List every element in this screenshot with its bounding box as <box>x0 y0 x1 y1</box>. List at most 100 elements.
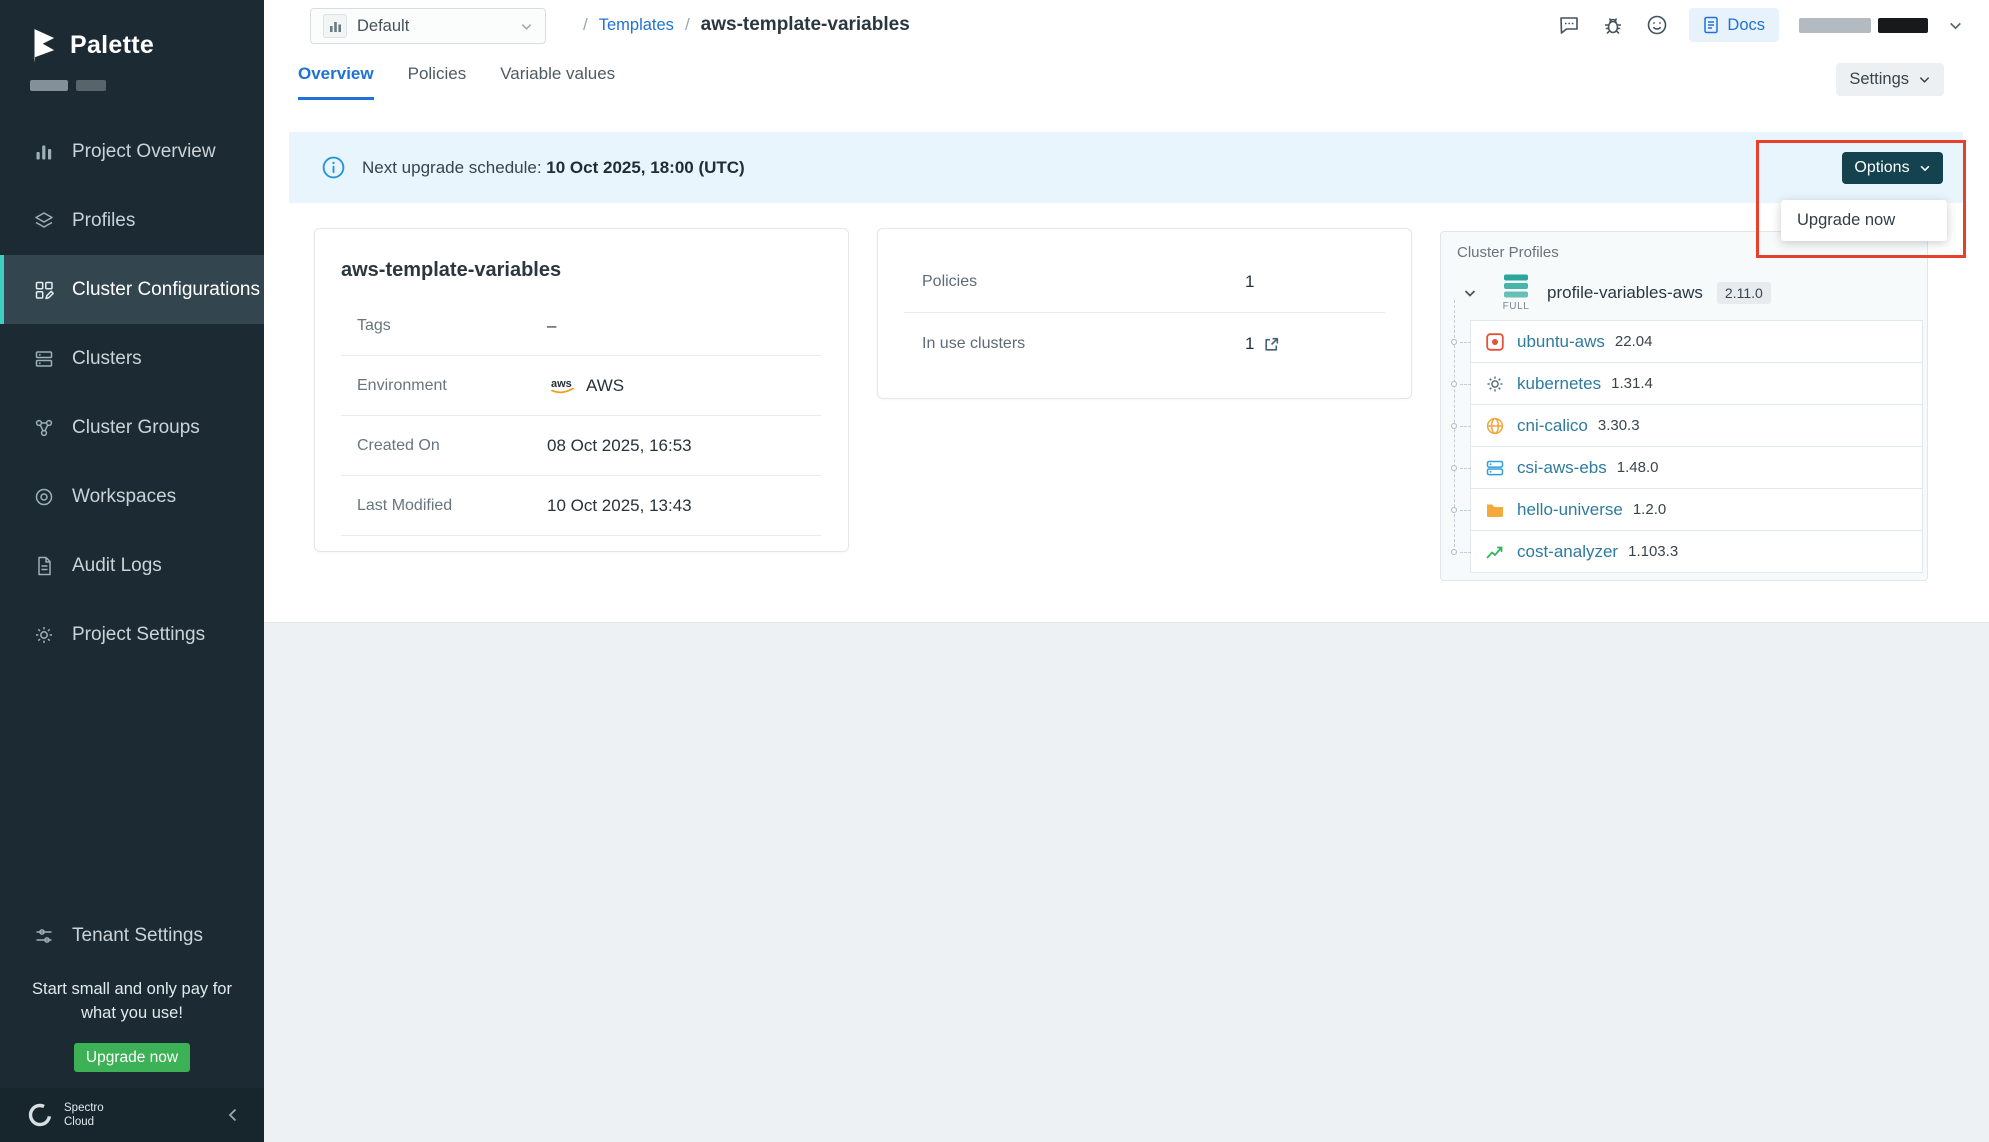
tab-overview[interactable]: Overview <box>298 50 374 100</box>
sidebar-item-profiles[interactable]: Profiles <box>0 186 264 255</box>
detail-label: Environment <box>357 377 547 395</box>
tree-node-dot <box>1451 549 1457 555</box>
upgrade-schedule-date: 10 Oct 2025, 18:00 (UTC) <box>546 158 744 177</box>
usage-label: In use clusters <box>922 335 1245 353</box>
sidebar-item-label: Profiles <box>72 210 135 232</box>
pack-name: ubuntu-aws <box>1517 332 1605 352</box>
usage-value: 1 <box>1245 272 1254 292</box>
os-pack-icon <box>1485 332 1505 352</box>
environment-value: AWS <box>586 376 624 396</box>
options-dropdown-menu: Upgrade now <box>1781 200 1947 241</box>
detail-row-environment: Environment aws AWS <box>341 356 822 416</box>
spectro-cloud-logo-icon <box>26 1101 54 1129</box>
pack-version: 22.04 <box>1615 333 1653 350</box>
info-icon <box>321 155 346 180</box>
detail-row-created-on: Created On 08 Oct 2025, 16:53 <box>341 416 822 476</box>
sidebar-item-project-overview[interactable]: Project Overview <box>0 117 264 186</box>
profile-name: profile-variables-aws <box>1547 283 1703 303</box>
pack-row-csi-aws-ebs[interactable]: csi-aws-ebs 1.48.0 <box>1470 446 1923 489</box>
project-scope-selector[interactable]: Default <box>310 8 546 44</box>
pack-row-kubernetes[interactable]: kubernetes 1.31.4 <box>1470 362 1923 405</box>
tab-policies[interactable]: Policies <box>408 50 467 100</box>
sidebar-item-workspaces[interactable]: Workspaces <box>0 462 264 531</box>
menu-item-upgrade-now[interactable]: Upgrade now <box>1781 202 1947 239</box>
detail-label: Tags <box>357 317 547 335</box>
target-icon <box>33 486 55 508</box>
network-globe-pack-icon <box>1485 416 1505 436</box>
options-label: Options <box>1854 159 1909 177</box>
detail-value: 10 Oct 2025, 13:43 <box>547 496 692 516</box>
docs-icon <box>1703 16 1719 34</box>
pack-row-hello-universe[interactable]: hello-universe 1.2.0 <box>1470 488 1923 531</box>
usage-row-in-use-clusters: In use clusters 1 <box>904 313 1385 375</box>
settings-button[interactable]: Settings <box>1836 63 1944 96</box>
sidebar-item-clusters[interactable]: Clusters <box>0 324 264 393</box>
sidebar-item-label: Clusters <box>72 348 142 370</box>
main-area: Default / Templates / aws-template-varia… <box>264 0 1989 1142</box>
pack-version: 1.2.0 <box>1633 501 1666 518</box>
external-link-icon[interactable] <box>1263 336 1280 353</box>
user-name-redacted[interactable] <box>1799 18 1928 33</box>
breadcrumb-separator: / <box>685 15 690 35</box>
usage-row-policies: Policies 1 <box>904 251 1385 313</box>
topbar: Default / Templates / aws-template-varia… <box>264 0 1989 50</box>
profile-stack-icon: FULL <box>1495 274 1537 312</box>
promo-text: Start small and only pay for what you us… <box>0 978 264 1026</box>
sidebar-item-audit-logs[interactable]: Audit Logs <box>0 531 264 600</box>
usage-value: 1 <box>1245 334 1280 354</box>
scope-selected-value: Default <box>357 17 409 36</box>
sidebar-upgrade-button[interactable]: Upgrade now <box>74 1043 190 1072</box>
bug-report-icon[interactable] <box>1601 13 1625 37</box>
detail-row-tags: Tags – <box>341 296 822 356</box>
sidebar-item-label: Cluster Configurations <box>72 279 260 301</box>
tab-variable-values[interactable]: Variable values <box>500 50 615 100</box>
aws-icon: aws <box>547 376 577 395</box>
page-title: aws-template-variables <box>701 14 910 36</box>
breadcrumb-templates-link[interactable]: Templates <box>599 16 674 35</box>
sidebar-item-label: Tenant Settings <box>72 925 203 947</box>
chat-icon[interactable] <box>1557 13 1581 37</box>
sidebar-footer: Spectro Cloud <box>0 1088 264 1142</box>
sidebar-nav: Project Overview Profiles Cluster Config… <box>0 117 264 669</box>
options-button[interactable]: Options <box>1842 152 1943 184</box>
tree-node-dot <box>1451 465 1457 471</box>
sidebar-item-project-settings[interactable]: Project Settings <box>0 600 264 669</box>
project-name-redacted <box>30 80 264 91</box>
redaction-bar <box>1799 18 1871 33</box>
detail-value: 08 Oct 2025, 16:53 <box>547 436 692 456</box>
detail-label: Created On <box>357 437 547 455</box>
pack-version: 1.31.4 <box>1611 375 1653 392</box>
pack-name: cni-calico <box>1517 416 1588 436</box>
pack-row-cni-calico[interactable]: cni-calico 3.30.3 <box>1470 404 1923 447</box>
tree-node-dot <box>1451 339 1457 345</box>
svg-text:aws: aws <box>551 378 572 390</box>
pack-version: 1.48.0 <box>1617 459 1659 476</box>
template-details-card: aws-template-variables Tags – Environmen… <box>314 228 849 552</box>
pack-version: 3.30.3 <box>1598 417 1640 434</box>
chevron-down-icon[interactable] <box>1463 286 1477 300</box>
redaction-bar <box>76 80 106 91</box>
sidebar-item-cluster-groups[interactable]: Cluster Groups <box>0 393 264 462</box>
user-menu-chevron-icon[interactable] <box>1948 18 1963 33</box>
spectro-cloud-label: Spectro Cloud <box>64 1101 128 1130</box>
pack-row-ubuntu-aws[interactable]: ubuntu-aws 22.04 <box>1470 320 1923 363</box>
sidebar-item-tenant-settings[interactable]: Tenant Settings <box>0 901 264 970</box>
profile-header-row[interactable]: FULL profile-variables-aws 2.11.0 <box>1441 267 1927 319</box>
docs-button[interactable]: Docs <box>1689 8 1779 42</box>
tree-node-dot <box>1451 423 1457 429</box>
detail-value: – <box>547 316 556 336</box>
tree-node-dot <box>1451 507 1457 513</box>
redaction-bar <box>30 80 68 91</box>
trend-chart-pack-icon <box>1485 542 1505 562</box>
feedback-smiley-icon[interactable] <box>1645 13 1669 37</box>
grid-edit-icon <box>33 279 55 301</box>
sidebar-item-cluster-configurations[interactable]: Cluster Configurations <box>0 255 264 324</box>
document-icon <box>33 555 55 577</box>
tree-node-dot <box>1451 381 1457 387</box>
logo-text: Palette <box>70 31 154 60</box>
sidebar: Palette Project Overview Profiles <box>0 0 264 1142</box>
profile-type-badge: FULL <box>1503 301 1530 312</box>
pack-row-cost-analyzer[interactable]: cost-analyzer 1.103.3 <box>1470 530 1923 573</box>
bar-chart-icon <box>33 141 55 163</box>
collapse-sidebar-icon[interactable] <box>224 1106 242 1124</box>
